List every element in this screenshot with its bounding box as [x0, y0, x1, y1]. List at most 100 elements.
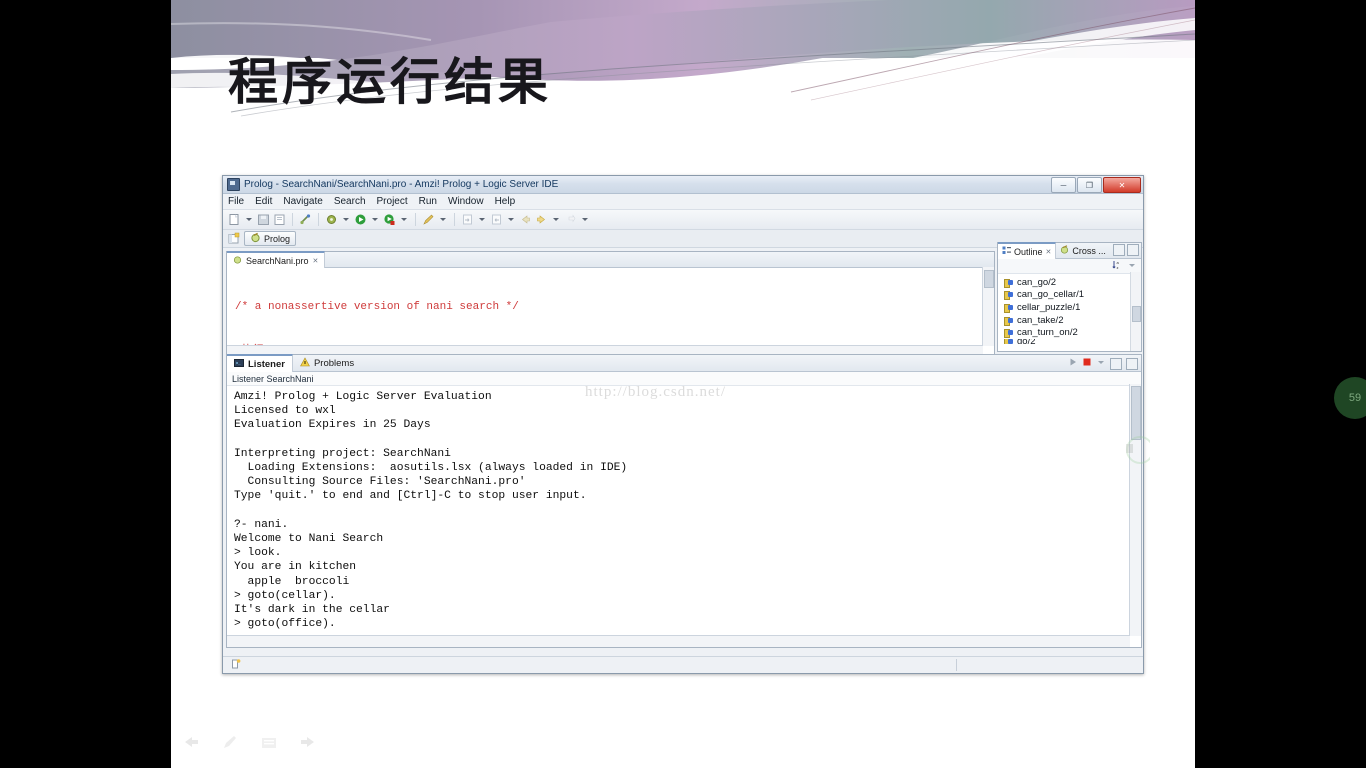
window-title: Prolog - SearchNani/SearchNani.pro - Amz… [244, 179, 559, 190]
debug-dropdown-icon[interactable] [343, 218, 349, 221]
menu-item-navigate[interactable]: Navigate [283, 196, 322, 207]
scrollbar-thumb[interactable] [1132, 306, 1141, 322]
close-button[interactable]: ✕ [1103, 177, 1141, 193]
minimize-button[interactable]: ─ [1051, 177, 1076, 193]
outline-item[interactable]: can_go/2 [1004, 276, 1141, 289]
run-listener-icon[interactable] [1068, 357, 1078, 370]
menu-bar[interactable]: File Edit Navigate Search Project Run Wi… [223, 194, 1143, 210]
back-arrow-icon[interactable] [519, 213, 532, 226]
outline-item-label: can_go/2 [1017, 276, 1057, 288]
perspective-prolog-button[interactable]: Prolog [244, 231, 297, 246]
outline-tabs[interactable]: Outline ✕ Cross ... [998, 242, 1141, 259]
pencil-icon[interactable] [422, 213, 435, 226]
run-dropdown-icon[interactable] [372, 218, 378, 221]
forward-arrow-dropdown-icon[interactable] [553, 218, 559, 221]
minimize-panel-icon[interactable] [1110, 357, 1122, 370]
tab-listener[interactable]: >_ Listener [227, 354, 293, 372]
stop-icon[interactable] [1082, 357, 1092, 370]
screen: 程序运行结果 http://blog.csdn.net/ Prolog - Se… [0, 0, 1366, 768]
code-token: /* a nonassertive version of nani search… [235, 301, 519, 314]
forward-nav-dropdown-icon[interactable] [479, 218, 485, 221]
svg-text:>_: >_ [236, 360, 242, 365]
listener-vertical-scrollbar[interactable] [1129, 384, 1141, 636]
window-titlebar: Prolog - SearchNani/SearchNani.pro - Amz… [223, 176, 1143, 194]
backward-nav-icon[interactable] [490, 213, 503, 226]
pen-icon[interactable] [220, 734, 240, 752]
outline-item[interactable]: can_turn_on/2 [1004, 326, 1141, 339]
view-menu-icon[interactable] [1096, 357, 1106, 370]
tab-cross-reference[interactable]: Cross ... [1056, 243, 1110, 258]
run-icon[interactable] [354, 213, 367, 226]
slide-nav-bar[interactable] [181, 734, 318, 752]
listener-horizontal-scrollbar[interactable] [227, 635, 1130, 647]
outline-panel-controls[interactable] [1113, 244, 1139, 256]
close-icon[interactable]: ✕ [1046, 248, 1052, 256]
menu-item-help[interactable]: Help [495, 196, 516, 207]
main-toolbar[interactable] [223, 210, 1143, 230]
outline-item-label: do/2 [1017, 339, 1036, 344]
view-menu-icon[interactable] [1127, 260, 1137, 273]
menu-item-run[interactable]: Run [419, 196, 437, 207]
outline-icon [1002, 246, 1011, 257]
close-icon[interactable]: ✕ [313, 257, 319, 265]
editor-tab-searchnani[interactable]: SearchNani.pro ✕ [227, 251, 326, 268]
presentation-slide: 程序运行结果 http://blog.csdn.net/ Prolog - Se… [171, 0, 1195, 768]
next-arrow-icon[interactable] [298, 734, 318, 752]
up-arrow-icon[interactable] [564, 213, 577, 226]
forward-arrow-icon[interactable] [535, 213, 548, 226]
listener-toolbar[interactable] [1068, 357, 1138, 370]
profile-dropdown-icon[interactable] [401, 218, 407, 221]
open-perspective-icon[interactable] [227, 232, 240, 245]
prolog-file-icon [233, 255, 242, 266]
print-icon[interactable] [273, 213, 286, 226]
outline-item[interactable]: can_take/2 [1004, 314, 1141, 327]
outline-toolbar[interactable]: az [998, 259, 1141, 274]
tab-problems[interactable]: Problems [293, 355, 361, 371]
cross-reference-icon [1060, 245, 1069, 256]
scrollbar-thumb[interactable] [984, 270, 994, 288]
maximize-panel-icon[interactable] [1127, 244, 1139, 256]
link-icon[interactable] [299, 213, 312, 226]
tab-problems-label: Problems [313, 357, 355, 369]
outline-item[interactable]: cellar_puzzle/1 [1004, 301, 1141, 314]
debug-icon[interactable] [325, 213, 338, 226]
menu-item-edit[interactable]: Edit [255, 196, 272, 207]
outline-item[interactable]: do/2 [1004, 338, 1141, 344]
menu-icon[interactable] [259, 734, 279, 752]
tab-outline[interactable]: Outline ✕ [998, 242, 1057, 259]
code-content[interactable]: /* a nonassertive version of nani search… [227, 268, 994, 356]
editor-tabs[interactable]: SearchNani.pro ✕ [227, 251, 994, 268]
save-icon[interactable] [257, 213, 270, 226]
menu-item-project[interactable]: Project [377, 196, 408, 207]
outline-panel: Outline ✕ Cross ... az can_go/2 can_go_c… [997, 242, 1142, 352]
ide-window: Prolog - SearchNani/SearchNani.pro - Amz… [222, 175, 1144, 674]
editor-vertical-scrollbar[interactable] [982, 267, 994, 346]
previous-arrow-icon[interactable] [181, 734, 201, 752]
pencil-dropdown-icon[interactable] [440, 218, 446, 221]
menu-item-window[interactable]: Window [448, 196, 484, 207]
maximize-panel-icon[interactable] [1126, 357, 1138, 370]
menu-item-file[interactable]: File [228, 196, 244, 207]
new-file-icon[interactable] [228, 213, 241, 226]
console-output[interactable]: Amzi! Prolog + Logic Server Evaluation L… [227, 386, 1141, 635]
status-separator [956, 659, 957, 671]
listener-tabs[interactable]: >_ Listener Problems [227, 354, 1141, 372]
sort-alphabetical-icon[interactable]: az [1112, 259, 1123, 273]
forward-nav-icon[interactable] [461, 213, 474, 226]
outline-scrollbar[interactable] [1130, 272, 1141, 351]
new-file-dropdown-icon[interactable] [246, 218, 252, 221]
outline-item-label: can_turn_on/2 [1017, 327, 1078, 339]
svg-text:z: z [1117, 265, 1119, 270]
maximize-button[interactable]: ❐ [1077, 177, 1102, 193]
profile-icon[interactable] [383, 213, 396, 226]
predicate-icon [1004, 316, 1013, 326]
minimize-panel-icon[interactable] [1113, 244, 1125, 256]
menu-item-search[interactable]: Search [334, 196, 366, 207]
window-controls[interactable]: ─ ❐ ✕ [1051, 177, 1141, 193]
backward-nav-dropdown-icon[interactable] [508, 218, 514, 221]
up-arrow-dropdown-icon[interactable] [582, 218, 588, 221]
outline-item-list[interactable]: can_go/2 can_go_cellar/1 cellar_puzzle/1… [998, 274, 1141, 344]
perspective-prolog-label: Prolog [264, 233, 291, 244]
outline-item[interactable]: can_go_cellar/1 [1004, 289, 1141, 302]
source-editor[interactable]: SearchNani.pro ✕ /* a nonassertive versi… [226, 251, 995, 358]
